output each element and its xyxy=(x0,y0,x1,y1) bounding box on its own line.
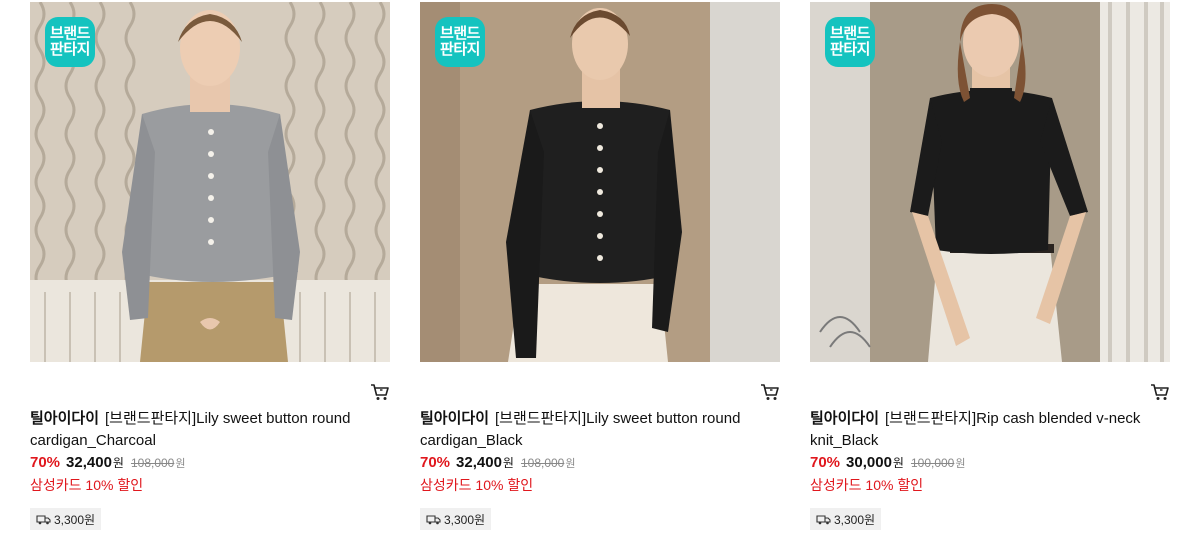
sale-price: 32,400 xyxy=(456,454,502,471)
cart-row xyxy=(810,362,1170,406)
price-row: 70% 32,400 원 108,000 원 xyxy=(30,454,390,474)
brand-name[interactable]: 틸아이다이 xyxy=(810,410,879,427)
cart-icon[interactable] xyxy=(370,382,390,402)
discount-rate: 70% xyxy=(420,454,451,471)
brand-fantasy-badge: 브랜드 판타지 xyxy=(45,17,95,67)
product-image[interactable]: 브랜드 판타지 xyxy=(420,2,780,362)
cart-row xyxy=(420,362,780,406)
brand-name[interactable]: 틸아이다이 xyxy=(30,410,99,427)
original-price: 108,000 xyxy=(130,456,175,470)
product-card[interactable]: 브랜드 판타지 틸아이다이 [브랜드판타지]Rip cash blended v-… xyxy=(810,2,1170,530)
shipping-badge: 3,300원 xyxy=(420,508,492,530)
price-unit: 원 xyxy=(502,456,514,470)
price-row: 70% 32,400 원 108,000 원 xyxy=(420,454,780,474)
sale-price: 32,400 xyxy=(66,454,112,471)
product-title[interactable]: 틸아이다이 [브랜드판타지]Lily sweet button round car… xyxy=(30,408,370,452)
product-card[interactable]: 브랜드 판타지 틸아이다이 [브랜드판타지]Lily sweet button r… xyxy=(420,2,780,530)
badge-line-2: 판타지 xyxy=(440,41,480,58)
badge-line-2: 판타지 xyxy=(830,41,870,58)
cart-icon[interactable] xyxy=(760,382,780,402)
shipping-badge: 3,300원 xyxy=(30,508,102,530)
shipping-fee: 3,300원 xyxy=(834,512,876,527)
truck-icon xyxy=(426,514,441,524)
sale-price: 30,000 xyxy=(846,454,892,471)
card-discount: 삼성카드 10% 할인 xyxy=(420,477,534,493)
badge-line-1: 브랜드 xyxy=(50,25,90,42)
product-title[interactable]: 틸아이다이 [브랜드판타지]Lily sweet button round car… xyxy=(420,408,760,452)
brand-fantasy-badge: 브랜드 판타지 xyxy=(825,17,875,67)
original-price: 100,000 xyxy=(910,456,955,470)
shipping-badge: 3,300원 xyxy=(810,508,882,530)
price-row: 70% 30,000 원 100,000 원 xyxy=(810,454,1170,474)
price-unit: 원 xyxy=(112,456,124,470)
discount-rate: 70% xyxy=(810,454,841,471)
discount-rate: 70% xyxy=(30,454,61,471)
product-image[interactable]: 브랜드 판타지 xyxy=(30,2,390,362)
cart-row xyxy=(30,362,390,406)
card-discount: 삼성카드 10% 할인 xyxy=(30,477,144,493)
original-price: 108,000 xyxy=(520,456,565,470)
badge-line-2: 판타지 xyxy=(50,41,90,58)
price-unit: 원 xyxy=(892,456,904,470)
badge-line-1: 브랜드 xyxy=(440,25,480,42)
truck-icon xyxy=(36,514,51,524)
shipping-fee: 3,300원 xyxy=(54,512,96,527)
original-price-unit: 원 xyxy=(955,458,966,470)
card-discount: 삼성카드 10% 할인 xyxy=(810,477,924,493)
product-title[interactable]: 틸아이다이 [브랜드판타지]Rip cash blended v-neck kni… xyxy=(810,408,1150,452)
brand-fantasy-badge: 브랜드 판타지 xyxy=(435,17,485,67)
product-grid: 브랜드 판타지 틸아이다이 [브랜드판타지]Lily sweet button r… xyxy=(0,0,1179,541)
brand-name[interactable]: 틸아이다이 xyxy=(420,410,489,427)
badge-line-1: 브랜드 xyxy=(830,25,870,42)
product-card[interactable]: 브랜드 판타지 틸아이다이 [브랜드판타지]Lily sweet button r… xyxy=(30,2,390,530)
original-price-unit: 원 xyxy=(565,458,576,470)
product-image[interactable]: 브랜드 판타지 xyxy=(810,2,1170,362)
shipping-fee: 3,300원 xyxy=(444,512,486,527)
original-price-unit: 원 xyxy=(175,458,186,470)
cart-icon[interactable] xyxy=(1150,382,1170,402)
truck-icon xyxy=(816,514,831,524)
